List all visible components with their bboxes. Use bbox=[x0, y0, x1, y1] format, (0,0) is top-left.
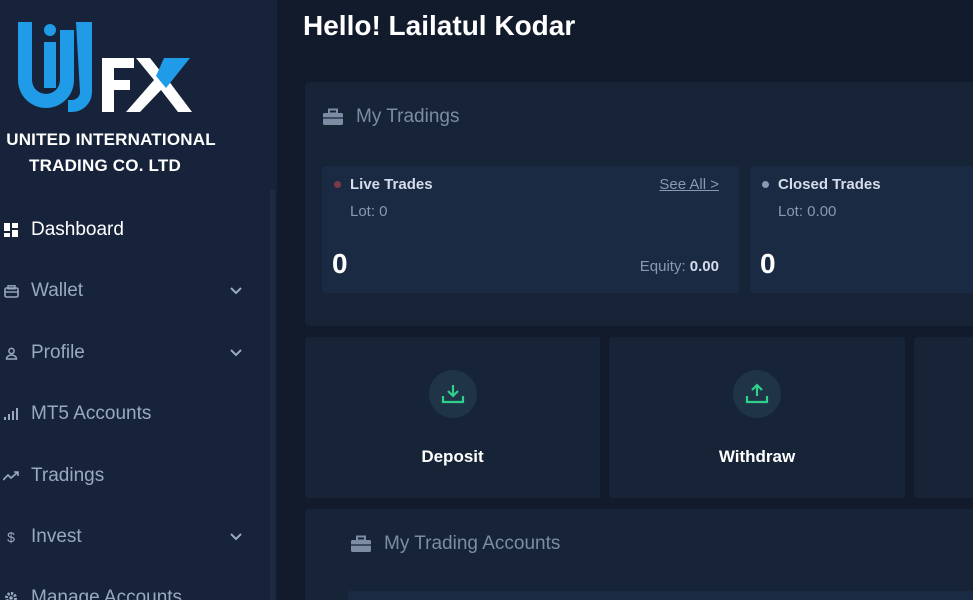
trading-accounts-table bbox=[348, 591, 973, 600]
live-trades-card[interactable]: Live Trades See All > Lot: 0 0 Equity: 0… bbox=[322, 166, 739, 293]
live-trades-title: Live Trades bbox=[350, 176, 433, 193]
chevron-down-icon[interactable] bbox=[228, 529, 244, 545]
live-trades-count: 0 bbox=[332, 248, 348, 279]
sidebar-item-label: Profile bbox=[31, 342, 85, 363]
withdraw-button[interactable]: Withdraw bbox=[609, 337, 905, 498]
sidebar-item-label: Manage Accounts bbox=[31, 587, 183, 600]
sidebar-item-profile[interactable]: Profile bbox=[0, 333, 262, 373]
see-all-link[interactable]: See All > bbox=[659, 176, 719, 193]
deposit-button[interactable]: Deposit bbox=[305, 337, 600, 498]
dollar-icon: $ bbox=[7, 529, 15, 545]
withdraw-label: Withdraw bbox=[718, 447, 796, 466]
closed-status-dot bbox=[762, 181, 769, 188]
panel-title-text: My Tradings bbox=[356, 106, 460, 127]
deposit-label: Deposit bbox=[421, 447, 484, 466]
briefcase-icon bbox=[351, 535, 371, 552]
sidebar-item-dashboard[interactable]: Dashboard bbox=[0, 210, 262, 250]
sidebar-item-manage-accounts[interactable]: Manage Accounts bbox=[0, 578, 262, 600]
closed-trades-title: Closed Trades bbox=[778, 176, 881, 193]
briefcase-icon bbox=[323, 108, 343, 125]
equity-readout: Equity: 0.00 bbox=[640, 258, 719, 275]
action-card-partial[interactable] bbox=[914, 337, 973, 498]
live-lot: Lot: 0 bbox=[350, 203, 388, 220]
equity-value: 0.00 bbox=[689, 258, 719, 275]
wallet-icon bbox=[3, 283, 19, 299]
chevron-down-icon[interactable] bbox=[228, 283, 244, 299]
closed-lot: Lot: 0.00 bbox=[778, 203, 837, 220]
dashboard-icon bbox=[3, 222, 19, 238]
panel-title-text: My Trading Accounts bbox=[384, 533, 561, 554]
company-name-line-2: TRADING CO. LTD bbox=[29, 156, 181, 175]
company-logo bbox=[18, 22, 192, 112]
closed-trades-card[interactable]: Closed Trades Lot: 0.00 0 bbox=[750, 166, 973, 293]
sidebar-item-label: MT5 Accounts bbox=[31, 403, 152, 424]
sidebar-item-label: Dashboard bbox=[31, 219, 124, 240]
trend-icon bbox=[3, 468, 19, 484]
sidebar-item-label: Invest bbox=[31, 526, 82, 547]
my-trading-accounts-title: My Trading Accounts bbox=[350, 533, 560, 555]
live-trades-header: Live Trades bbox=[334, 176, 433, 193]
sidebar-item-wallet[interactable]: Wallet bbox=[0, 271, 262, 311]
company-name-line-1: UNITED INTERNATIONAL bbox=[6, 130, 216, 149]
page-greeting: Hello! Lailatul Kodar bbox=[303, 10, 576, 41]
equity-label: Equity: bbox=[639, 258, 686, 275]
sidebar-item-label: Tradings bbox=[31, 465, 105, 486]
user-icon bbox=[3, 345, 19, 361]
my-tradings-title: My Tradings bbox=[322, 106, 459, 128]
chevron-down-icon[interactable] bbox=[228, 345, 244, 361]
closed-trades-count: 0 bbox=[760, 248, 776, 279]
closed-trades-header: Closed Trades bbox=[762, 176, 881, 193]
sidebar-scrollbar[interactable] bbox=[270, 190, 275, 600]
download-icon bbox=[429, 370, 477, 418]
bar-chart-icon bbox=[3, 406, 19, 422]
sidebar-item-label: Wallet bbox=[31, 280, 84, 301]
sidebar-item-mt5-accounts[interactable]: MT5 Accounts bbox=[0, 394, 262, 434]
sidebar-item-invest[interactable]: $ Invest bbox=[0, 517, 262, 557]
sidebar-item-tradings[interactable]: Tradings bbox=[0, 456, 262, 496]
live-status-dot bbox=[334, 181, 341, 188]
gear-icon bbox=[3, 590, 19, 600]
upload-icon bbox=[733, 370, 781, 418]
